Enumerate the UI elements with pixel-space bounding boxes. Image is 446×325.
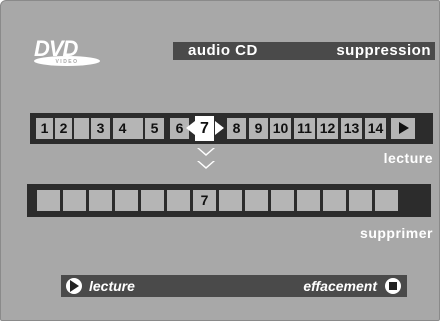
header-audio-cd: audio CD: [188, 42, 258, 59]
track-11[interactable]: 11: [294, 118, 315, 139]
stop-icon: [389, 282, 397, 290]
delete-slot-12[interactable]: [323, 190, 346, 211]
down-arrow-inner-1: [199, 148, 213, 154]
play-icon: [70, 280, 79, 292]
select-right-arrow-icon: [215, 121, 224, 135]
delete-slot-13[interactable]: [349, 190, 372, 211]
stop-button[interactable]: [385, 278, 401, 294]
screen: DVD VIDEO audio CD suppression 123456789…: [0, 0, 440, 321]
track-13[interactable]: 13: [341, 118, 362, 139]
next-page-button[interactable]: [391, 118, 415, 139]
footer-erase-label: effacement: [303, 278, 377, 294]
track-12[interactable]: 12: [317, 118, 338, 139]
track-9[interactable]: 9: [249, 118, 268, 139]
track-strip: 1 2 3 4 5 6 7 8 9 10 11 12 13 14: [30, 113, 433, 144]
track-5[interactable]: 5: [145, 118, 164, 139]
track-spacer-1: [132, 118, 143, 139]
delete-slot-6[interactable]: [167, 190, 190, 211]
track-spacer-0: [74, 118, 89, 139]
delete-slot-14[interactable]: [375, 190, 398, 211]
select-left-arrow-icon: [186, 121, 195, 135]
track-2[interactable]: 2: [55, 118, 72, 139]
svg-text:VIDEO: VIDEO: [55, 59, 78, 65]
play-label: lecture: [383, 150, 433, 166]
track-14[interactable]: 14: [365, 118, 386, 139]
play-button[interactable]: [66, 278, 82, 294]
next-arrow-icon: [399, 122, 409, 134]
delete-slot-2[interactable]: [63, 190, 86, 211]
delete-slot-11[interactable]: [297, 190, 320, 211]
header-bar: audio CD suppression: [173, 42, 435, 60]
dvd-video-logo: DVD VIDEO: [34, 36, 100, 66]
delete-slot-10[interactable]: [271, 190, 294, 211]
track-4[interactable]: 4: [113, 118, 132, 139]
delete-slot-7[interactable]: 7: [193, 190, 216, 211]
delete-slot-9[interactable]: [245, 190, 268, 211]
footer-play-label: lecture: [89, 278, 135, 294]
delete-strip: 7: [27, 184, 431, 217]
delete-label: supprimer: [360, 225, 433, 241]
delete-slot-4[interactable]: [115, 190, 138, 211]
down-arrow-inner-2: [199, 161, 213, 167]
track-1[interactable]: 1: [36, 118, 53, 139]
footer-bar: lecture effacement: [61, 275, 407, 297]
header-suppression: suppression: [336, 42, 431, 59]
delete-slot-1[interactable]: [37, 190, 60, 211]
track-7[interactable]: 7: [195, 116, 214, 141]
delete-slot-3[interactable]: [89, 190, 112, 211]
delete-slot-8[interactable]: [219, 190, 242, 211]
track-10[interactable]: 10: [270, 118, 291, 139]
track-3[interactable]: 3: [91, 118, 110, 139]
track-8[interactable]: 8: [227, 118, 246, 139]
delete-slot-5[interactable]: [141, 190, 164, 211]
